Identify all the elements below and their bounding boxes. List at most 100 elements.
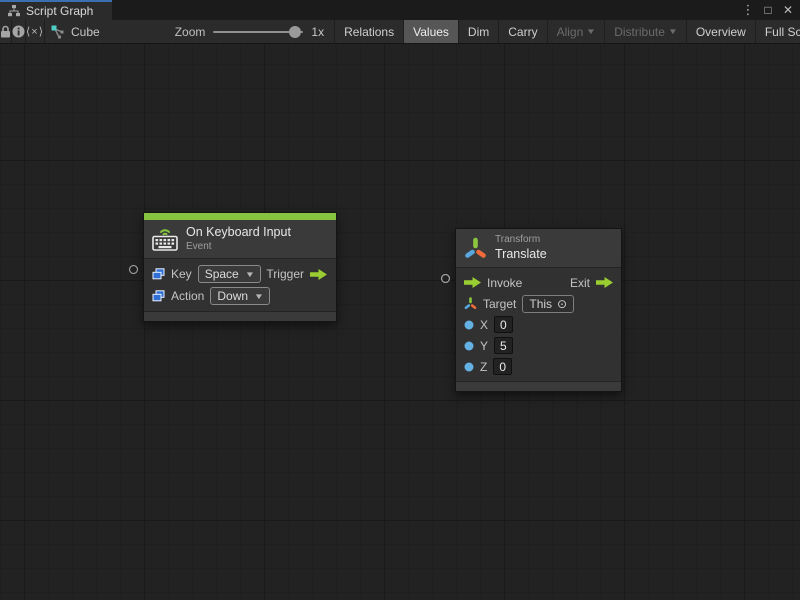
event-node-header[interactable]: On Keyboard Input Event: [144, 220, 336, 259]
wire-overlay: [0, 44, 800, 600]
close-icon[interactable]: ✕: [780, 2, 796, 18]
param-z-input[interactable]: 0: [493, 358, 512, 375]
zoom-slider[interactable]: [213, 26, 303, 38]
action-node-titles: Transform Translate: [495, 234, 547, 262]
maximize-icon[interactable]: □: [760, 2, 776, 18]
action-label: Action: [171, 289, 204, 303]
chevron-down-icon: ▼: [245, 270, 255, 279]
tab-bar-spacer: [112, 0, 740, 20]
toolbar-button-align[interactable]: Align ▼: [547, 20, 605, 43]
relations-label: Relations: [344, 25, 394, 39]
transform-mini-icon: [464, 297, 477, 310]
param-row-y: Y 5: [456, 335, 621, 356]
graph-canvas[interactable]: On Keyboard Input Event Key Space ▼: [0, 44, 800, 600]
action-node-category: Transform: [495, 234, 547, 247]
zoom-value: 1x: [311, 25, 324, 39]
values-label: Values: [413, 25, 449, 39]
tab-title: Script Graph: [26, 4, 93, 18]
value-input-icon: [152, 290, 165, 302]
value-dot-icon: [464, 341, 474, 351]
info-button[interactable]: [12, 20, 26, 43]
invoke-row: Invoke Exit: [456, 272, 621, 293]
trigger-output[interactable]: Trigger: [266, 263, 327, 285]
param-y-label: Y: [480, 339, 488, 353]
param-z-label: Z: [480, 360, 487, 374]
window-menu-icon[interactable]: ⋮: [740, 2, 756, 18]
align-label: Align: [557, 25, 584, 39]
toolbar-button-carry[interactable]: Carry: [498, 20, 546, 43]
script-graph-icon: [51, 25, 65, 39]
node-transform-translate[interactable]: Transform Translate Invoke Exit: [455, 228, 622, 392]
toolbar-button-fullscreen[interactable]: Full Screen: [755, 20, 800, 43]
value-dot-icon: [464, 362, 474, 372]
param-y-input[interactable]: 5: [494, 337, 513, 354]
chevron-down-icon: ▼: [668, 27, 678, 36]
keyboard-event-icon: [152, 227, 178, 251]
graph-reference[interactable]: Cube: [45, 20, 110, 43]
overview-label: Overview: [696, 25, 746, 39]
event-accent-bar: [144, 213, 336, 220]
event-node-footer: [144, 311, 336, 321]
target-this-button[interactable]: This ⊙: [522, 295, 574, 313]
toolbar-button-distribute[interactable]: Distribute ▼: [604, 20, 686, 43]
flow-arrow-icon: [310, 269, 327, 280]
graph-hierarchy-icon: [8, 5, 20, 17]
z-value-port[interactable]: [441, 274, 450, 283]
target-row: Target This ⊙: [456, 293, 621, 314]
flow-arrow-icon: [464, 277, 481, 288]
flow-arrow-icon[interactable]: [596, 277, 613, 288]
toolbar-button-dim[interactable]: Dim: [458, 20, 498, 43]
lock-icon: [0, 25, 11, 38]
target-label: Target: [483, 297, 516, 311]
value-input-icon: [152, 268, 165, 280]
transform-icon: [464, 236, 487, 260]
graph-name: Cube: [71, 25, 100, 39]
fullscreen-label: Full Screen: [765, 25, 800, 39]
action-row: Action Down ▼: [144, 285, 336, 307]
action-dropdown[interactable]: Down ▼: [210, 287, 270, 305]
window-tab-bar: Script Graph ⋮ □ ✕: [0, 0, 800, 20]
object-picker-icon[interactable]: ⊙: [557, 297, 567, 311]
tab-script-graph[interactable]: Script Graph: [0, 0, 112, 20]
node-on-keyboard-input[interactable]: On Keyboard Input Event Key Space ▼: [143, 212, 337, 322]
key-dropdown[interactable]: Space ▼: [198, 265, 261, 283]
key-dropdown-value: Space: [205, 267, 239, 281]
target-value: This: [529, 297, 552, 311]
action-dropdown-value: Down: [217, 289, 248, 303]
zoom-label: Zoom: [175, 25, 206, 39]
event-node-titles: On Keyboard Input Event: [186, 225, 291, 253]
invoke-label: Invoke: [487, 276, 522, 290]
toolbar-button-relations[interactable]: Relations: [334, 20, 403, 43]
value-dot-icon: [464, 320, 474, 330]
zoom-slider-handle[interactable]: [289, 26, 301, 38]
window-controls: ⋮ □ ✕: [740, 0, 800, 20]
lock-button[interactable]: [0, 20, 12, 43]
toolbar-button-overview[interactable]: Overview: [686, 20, 755, 43]
dim-label: Dim: [468, 25, 489, 39]
chevron-down-icon: ▼: [254, 292, 264, 301]
action-node-footer: [456, 381, 621, 391]
param-x-input[interactable]: 0: [494, 316, 513, 333]
info-icon: [12, 25, 25, 38]
exit-label: Exit: [570, 276, 590, 290]
action-node-header[interactable]: Transform Translate: [456, 229, 621, 268]
distribute-label: Distribute: [614, 25, 665, 39]
graph-toolbar: ⟨×⟩ Cube Zoom 1x Relations Values Dim Ca…: [0, 20, 800, 44]
chevron-down-icon: ▼: [586, 27, 596, 36]
toolbar-button-values[interactable]: Values: [403, 20, 458, 43]
event-node-subtitle: Event: [186, 241, 291, 254]
event-node-body: Key Space ▼ Action Down ▼: [144, 259, 336, 311]
action-node-title: Translate: [495, 247, 547, 263]
zoom-control: Zoom 1x: [110, 20, 334, 43]
event-node-title: On Keyboard Input: [186, 225, 291, 241]
carry-label: Carry: [508, 25, 537, 39]
code-view-button[interactable]: ⟨×⟩: [26, 20, 45, 43]
action-value-port[interactable]: [129, 265, 138, 274]
param-row-x: X 0: [456, 314, 621, 335]
key-label: Key: [171, 267, 192, 281]
param-row-z: Z 0: [456, 356, 621, 377]
action-node-body: Invoke Exit Target This ⊙: [456, 268, 621, 381]
trigger-label: Trigger: [266, 267, 304, 281]
code-view-icon: ⟨×⟩: [26, 25, 44, 38]
param-x-label: X: [480, 318, 488, 332]
